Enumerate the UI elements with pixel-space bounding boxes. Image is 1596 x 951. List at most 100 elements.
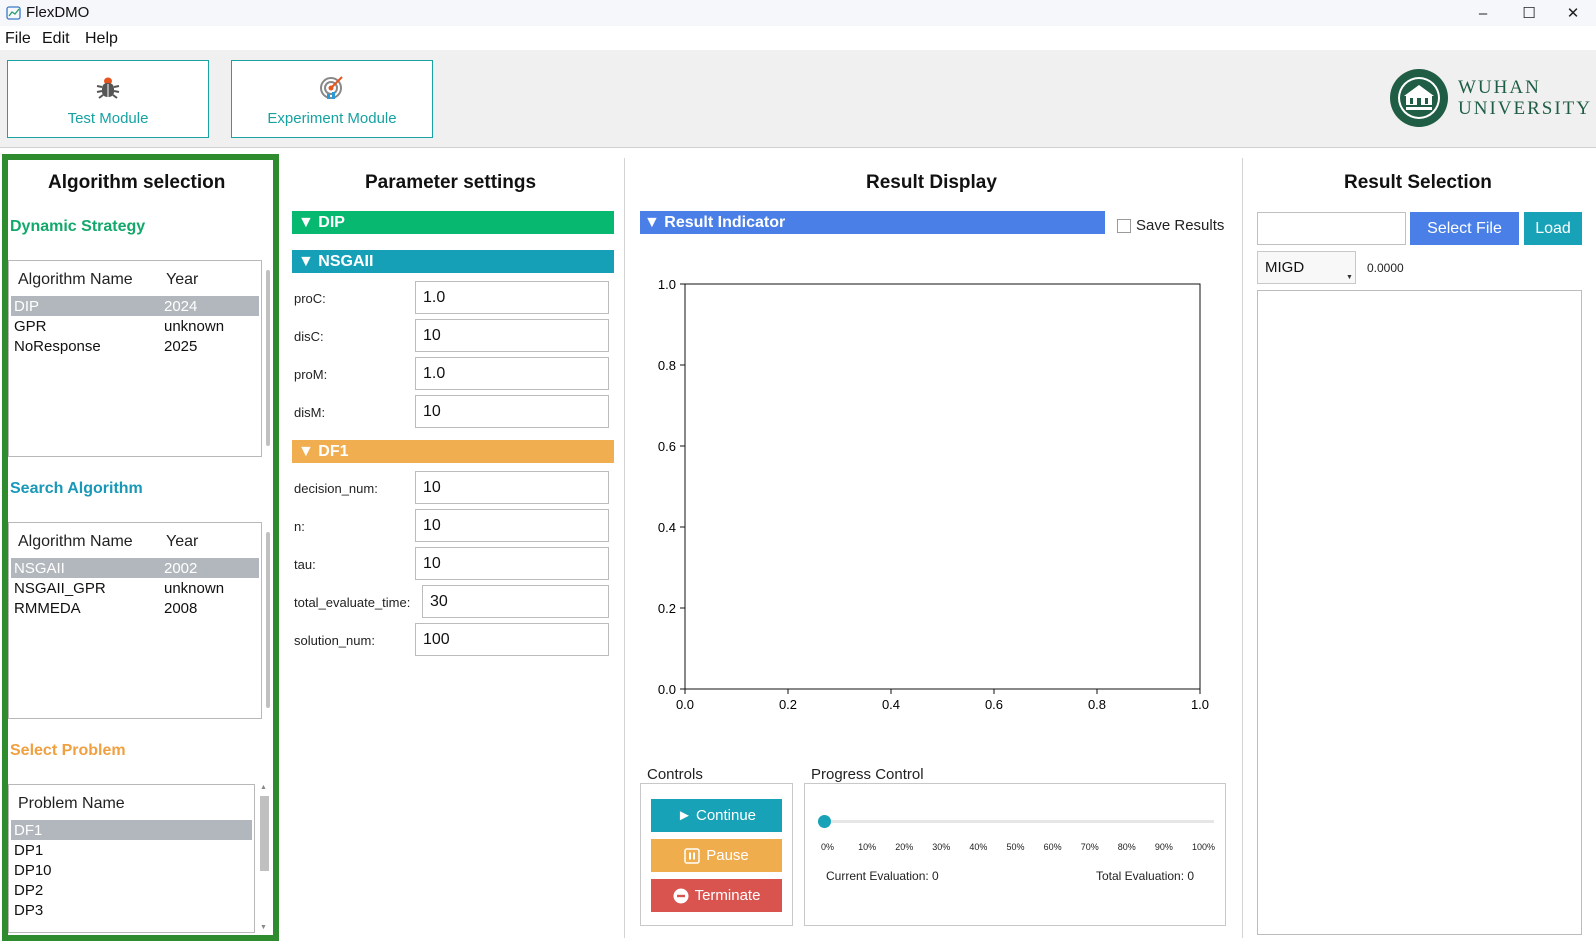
x-tick-label: 0.2 — [779, 697, 797, 712]
param-input-proc[interactable]: 1.0 — [415, 281, 609, 314]
param-label-total-evaluate-time: total_evaluate_time: — [294, 595, 411, 610]
list-item[interactable]: GPR unknown — [11, 316, 259, 336]
y-tick-label: 0.4 — [658, 520, 676, 535]
progress-tick-label: 100% — [1192, 842, 1216, 852]
menu-edit[interactable]: Edit — [42, 30, 70, 48]
param-label-disc: disC: — [294, 329, 324, 344]
result-display-title: Result Display — [866, 172, 997, 193]
param-label-tau: tau: — [294, 557, 316, 572]
param-input-prom[interactable]: 1.0 — [415, 357, 609, 390]
param-input-total-evaluate-time[interactable]: 30 — [422, 585, 609, 618]
param-input-decision-num[interactable]: 10 — [415, 471, 609, 504]
test-module-button[interactable]: Test Module — [7, 60, 209, 138]
list-item[interactable]: DP3 — [11, 900, 252, 920]
menu-bar: File Edit Help — [0, 26, 1596, 50]
maximize-button[interactable]: ☐ — [1506, 0, 1552, 26]
progress-tick-label: 90% — [1154, 842, 1173, 852]
progress-slider-track[interactable] — [818, 820, 1214, 823]
param-label-decision-num: decision_num: — [294, 481, 378, 496]
test-module-label: Test Module — [67, 110, 149, 127]
load-button[interactable]: Load — [1524, 212, 1582, 245]
param-label-solution-num: solution_num: — [294, 633, 375, 648]
save-results-label[interactable]: Save Results — [1136, 217, 1224, 234]
column-header-year[interactable]: Year — [166, 533, 198, 551]
panel-divider[interactable] — [624, 158, 625, 938]
select-file-button[interactable]: Select File — [1410, 212, 1519, 245]
x-tick-label: 0.0 — [676, 697, 694, 712]
column-header-problem[interactable]: Problem Name — [18, 795, 125, 813]
university-logo-text: WUHAN UNIVERSITY — [1458, 77, 1592, 119]
param-label-n: n: — [294, 519, 305, 534]
problem-list[interactable]: Problem Name DF1 DP1 DP10 DP2 DP3 — [8, 784, 255, 933]
param-input-n[interactable]: 10 — [415, 509, 609, 542]
param-label-dism: disM: — [294, 405, 326, 420]
progress-slider-handle[interactable] — [818, 815, 831, 828]
progress-tick-label: 40% — [969, 842, 988, 852]
param-input-disc[interactable]: 10 — [415, 319, 609, 352]
list-item[interactable]: RMMEDA 2008 — [11, 598, 259, 618]
scrollbar[interactable] — [266, 532, 270, 708]
total-evaluation: Total Evaluation: 0 — [1096, 869, 1195, 883]
bug-icon — [96, 77, 120, 99]
menu-file[interactable]: File — [5, 30, 31, 48]
panel-divider[interactable] — [1242, 158, 1243, 938]
problem-list-scrollbar[interactable]: ▲ ▼ — [259, 784, 269, 933]
metric-select-value: MIGD — [1265, 259, 1305, 276]
experiment-module-button[interactable]: Experiment Module — [231, 60, 433, 138]
terminate-button[interactable]: Terminate — [651, 879, 782, 912]
parameter-settings-title: Parameter settings — [365, 172, 537, 193]
x-tick-label: 1.0 — [1191, 697, 1209, 712]
y-tick-label: 0.8 — [658, 358, 676, 373]
list-item[interactable]: DP1 — [11, 840, 252, 860]
scrollbar[interactable] — [266, 270, 270, 446]
group-df1-header[interactable]: ▼ DF1 — [292, 440, 614, 463]
search-algorithm-label: Search Algorithm — [10, 480, 143, 497]
logo-line-university: UNIVERSITY — [1458, 98, 1592, 119]
logo-line-wuhan: WUHAN — [1458, 77, 1541, 98]
scroll-up-arrow-icon[interactable]: ▲ — [260, 784, 267, 791]
minimize-button[interactable]: – — [1460, 0, 1506, 26]
list-item[interactable]: DF1 — [11, 820, 252, 840]
column-header-year[interactable]: Year — [166, 271, 198, 289]
save-results-checkbox[interactable] — [1117, 219, 1131, 233]
list-item[interactable]: DP2 — [11, 880, 252, 900]
scrollbar-thumb[interactable] — [260, 796, 269, 871]
progress-tick-label: 70% — [1080, 842, 1099, 852]
result-indicator-header[interactable]: ▼ Result Indicator — [640, 211, 1105, 234]
y-tick-label: 0.0 — [658, 682, 676, 697]
list-item[interactable]: NoResponse 2025 — [11, 336, 259, 356]
list-item[interactable]: NSGAII 2002 — [11, 558, 259, 578]
pause-button[interactable]: Pause — [651, 839, 782, 872]
param-input-tau[interactable]: 10 — [415, 547, 609, 580]
controls-group-title: Controls — [645, 766, 705, 783]
target-icon — [320, 76, 343, 99]
group-dip-header[interactable]: ▼ DIP — [292, 211, 614, 234]
param-input-solution-num[interactable]: 100 — [415, 623, 609, 656]
plot-area — [684, 283, 1201, 690]
result-file-input[interactable] — [1257, 212, 1406, 245]
menu-help[interactable]: Help — [85, 30, 118, 48]
column-header-name[interactable]: Algorithm Name — [18, 271, 133, 289]
metric-value: 0.0000 — [1367, 261, 1404, 275]
list-item[interactable]: DP10 — [11, 860, 252, 880]
dynamic-strategy-label: Dynamic Strategy — [10, 218, 146, 235]
progress-control-group — [804, 783, 1226, 926]
close-button[interactable]: ✕ — [1550, 0, 1596, 26]
scroll-down-arrow-icon[interactable]: ▼ — [260, 924, 267, 931]
param-input-dism[interactable]: 10 — [415, 395, 609, 428]
list-item[interactable]: DIP 2024 — [11, 296, 259, 316]
pause-icon — [684, 847, 700, 864]
progress-tick-label: 20% — [895, 842, 914, 852]
progress-control-title: Progress Control — [809, 766, 926, 783]
progress-tick-label: 10% — [858, 842, 877, 852]
continue-button[interactable]: ► Continue — [651, 799, 782, 832]
dropdown-arrow-icon: ▼ — [1346, 274, 1353, 281]
dynamic-strategy-list[interactable]: Algorithm Name Year DIP 2024 GPR unknown N… — [8, 260, 262, 457]
group-nsgaii-header[interactable]: ▼ NSGAII — [292, 250, 614, 273]
pause-button-label: Pause — [706, 847, 749, 864]
column-header-name[interactable]: Algorithm Name — [18, 533, 133, 551]
metric-select[interactable]: MIGD ▼ — [1257, 251, 1356, 284]
list-item[interactable]: NSGAII_GPR unknown — [11, 578, 259, 598]
search-algorithm-list[interactable]: Algorithm Name Year NSGAII 2002 NSGAII_GP… — [8, 522, 262, 719]
result-list[interactable] — [1257, 290, 1582, 935]
